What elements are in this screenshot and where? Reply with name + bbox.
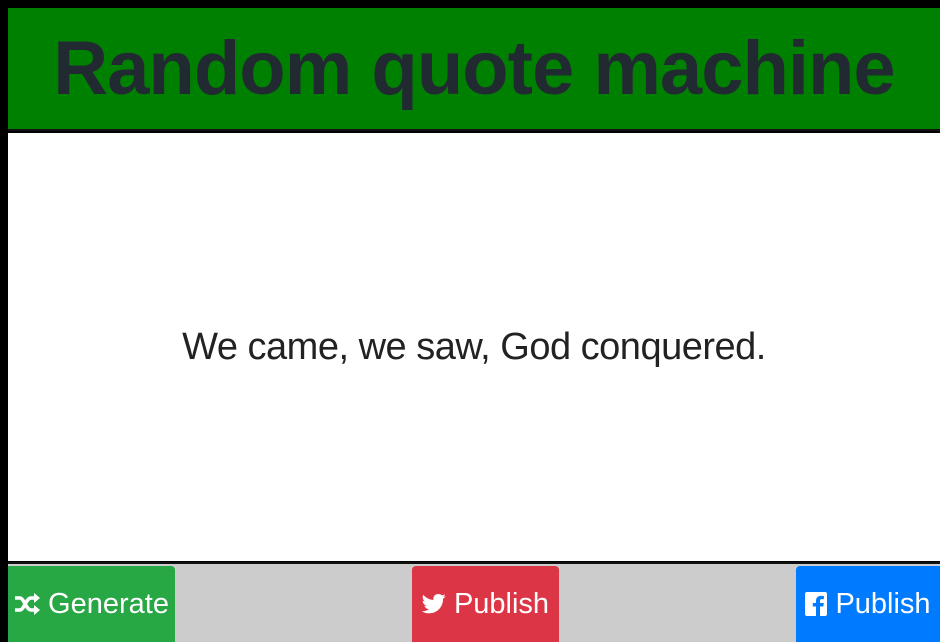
facebook-publish-button[interactable]: Publish bbox=[796, 566, 940, 642]
twitter-publish-button[interactable]: Publish bbox=[412, 566, 559, 642]
app-frame: Random quote machine We came, we saw, Go… bbox=[0, 0, 940, 642]
facebook-publish-label: Publish bbox=[835, 587, 931, 620]
generate-button[interactable]: Generate bbox=[8, 566, 175, 642]
twitter-icon bbox=[421, 593, 446, 615]
page-title: Random quote machine bbox=[53, 25, 895, 111]
facebook-icon bbox=[805, 592, 828, 616]
quote-panel: We came, we saw, God conquered. bbox=[8, 133, 940, 561]
header: Random quote machine bbox=[8, 8, 940, 131]
button-bar: Generate Publish Publish bbox=[8, 562, 940, 642]
generate-button-label: Generate bbox=[48, 587, 169, 620]
shuffle-icon bbox=[14, 592, 41, 616]
quote-text: We came, we saw, God conquered. bbox=[182, 325, 766, 368]
twitter-publish-label: Publish bbox=[453, 587, 550, 620]
